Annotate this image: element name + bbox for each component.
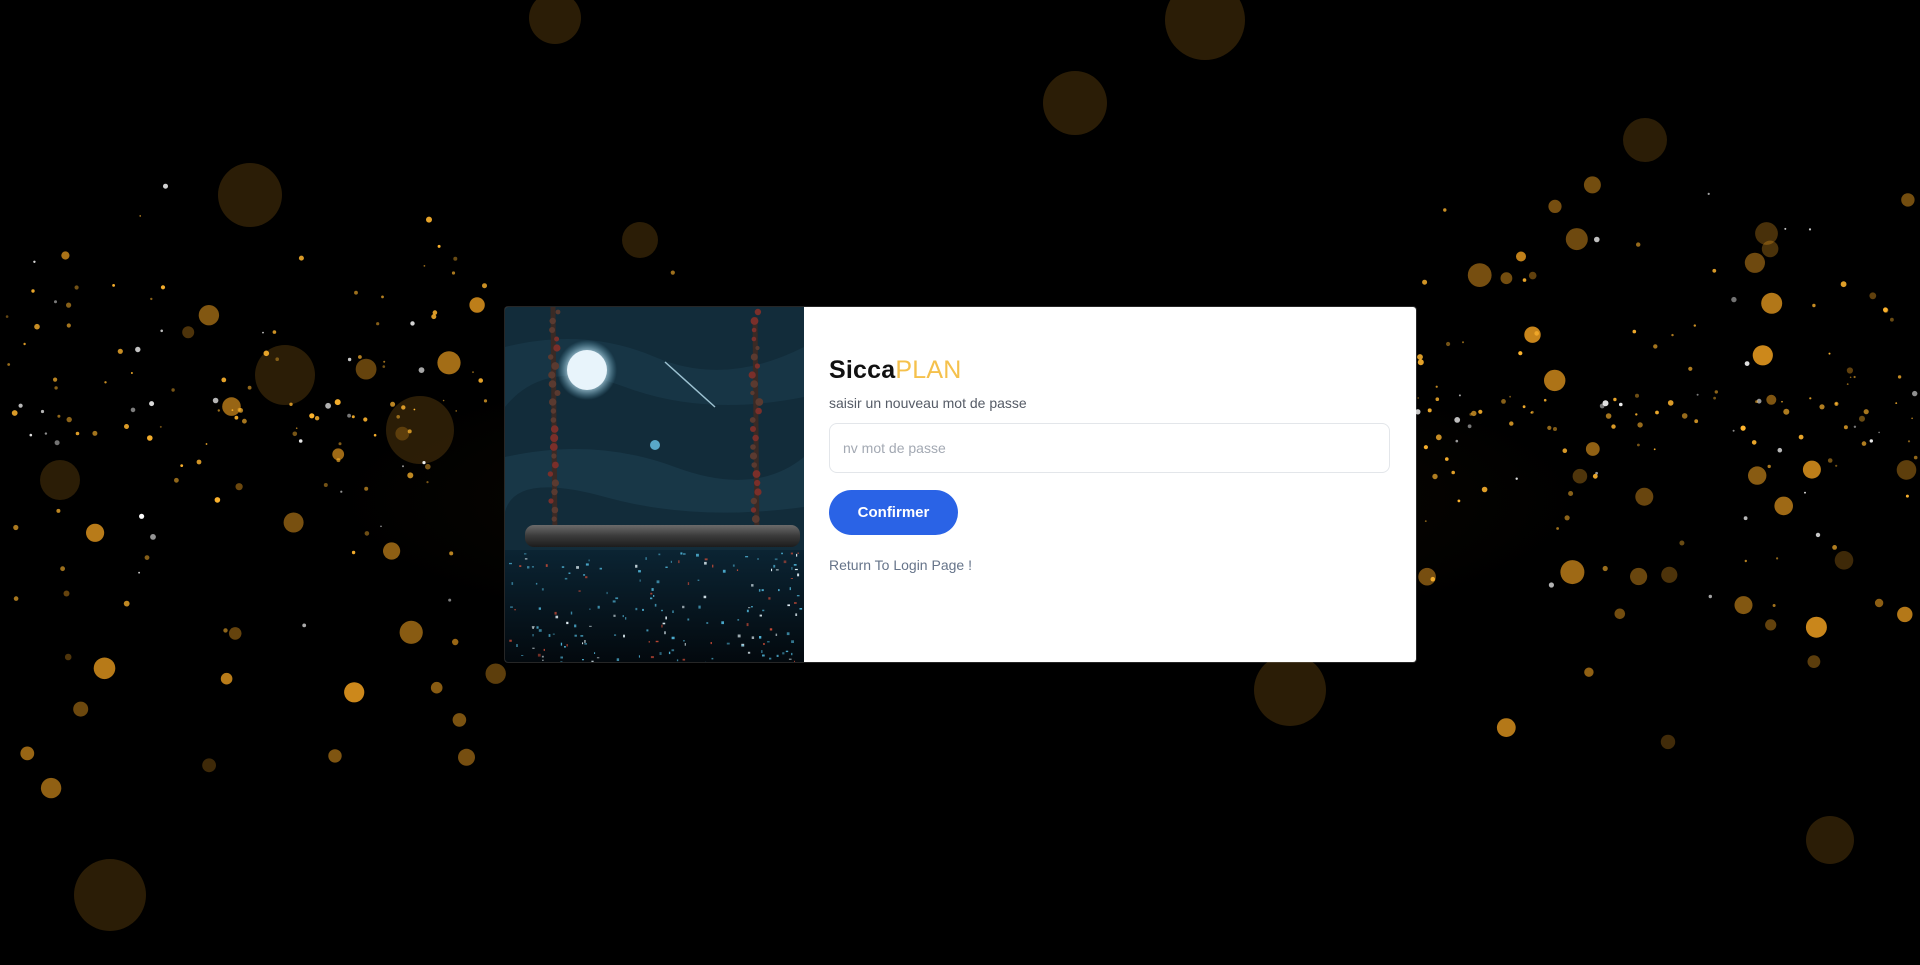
new-password-input[interactable] (829, 423, 1390, 473)
brand-name-part1: Sicca (829, 356, 896, 384)
brand-title: SiccaPLAN (829, 355, 1390, 385)
return-to-login-link[interactable]: Return To Login Page ! (829, 557, 972, 573)
night-swing-illustration (505, 307, 804, 662)
reset-password-card: SiccaPLAN saisir un nouveau mot de passe… (505, 307, 1416, 662)
reset-password-form: SiccaPLAN saisir un nouveau mot de passe… (804, 307, 1416, 662)
confirm-button[interactable]: Confirmer (829, 490, 958, 535)
brand-name-part2: PLAN (895, 356, 962, 384)
page-background: SiccaPLAN saisir un nouveau mot de passe… (0, 0, 1920, 965)
form-subtitle: saisir un nouveau mot de passe (829, 395, 1027, 411)
